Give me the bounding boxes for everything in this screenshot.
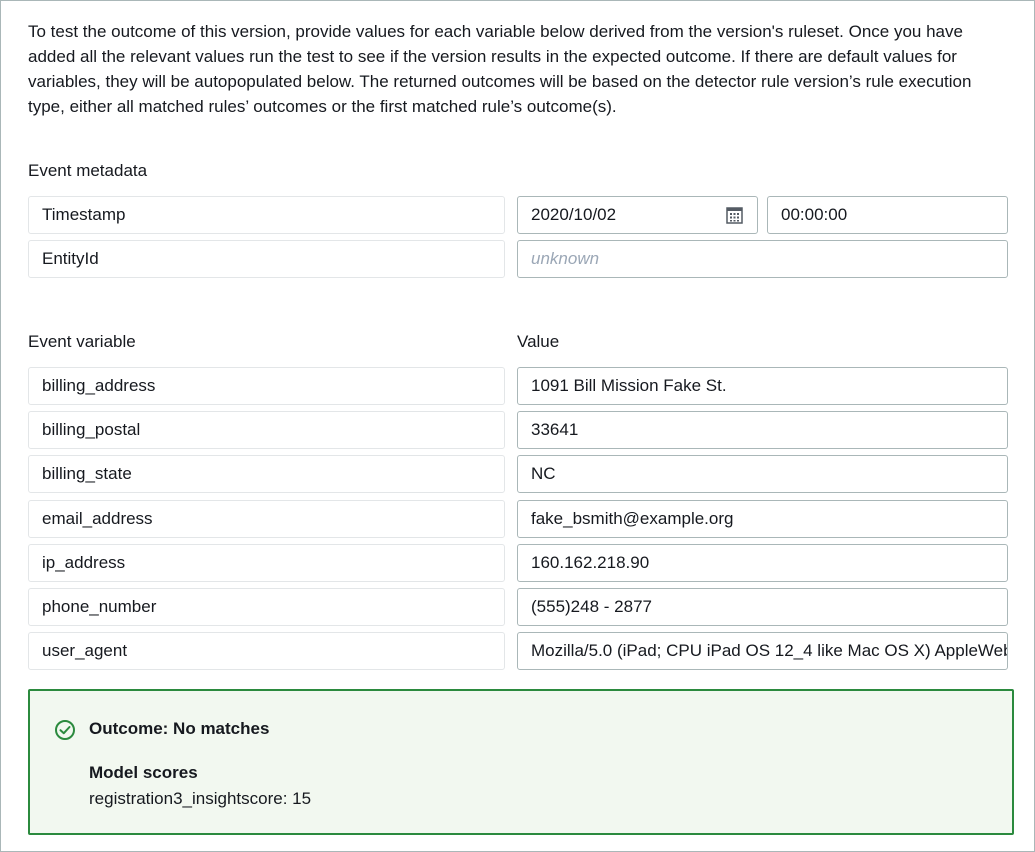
variable-value-billing-postal[interactable]: 33641 [517,411,1008,449]
variable-name-email-address: email_address [28,500,505,538]
variable-name-billing-address: billing_address [28,367,505,405]
date-input[interactable]: 2020/10/02 [517,196,758,234]
event-variable-header: Event variable [28,332,136,351]
value-header: Value [517,332,560,351]
check-circle-icon [55,720,75,740]
calendar-icon[interactable] [726,207,743,224]
timestamp-label: Timestamp [28,196,505,234]
event-metadata-label: Event metadata [28,161,148,180]
variable-name-ip-address: ip_address [28,544,505,582]
variable-name-billing-postal: billing_postal [28,411,505,449]
test-panel: To test the outcome of this version, pro… [0,0,1035,852]
model-score-value: registration3_insightscore: 15 [89,789,312,808]
entity-id-input[interactable]: unknown [517,240,1008,278]
variable-name-billing-state: billing_state [28,455,505,493]
variable-value-billing-state[interactable]: NC [517,455,1008,493]
variable-value-email-address[interactable]: fake_bsmith@example.org [517,500,1008,538]
variable-value-ip-address[interactable]: 160.162.218.90 [517,544,1008,582]
entity-id-label: EntityId [28,240,505,278]
variable-name-phone-number: phone_number [28,588,505,626]
model-scores-title: Model scores [89,763,198,782]
time-input[interactable]: 00:00:00 [767,196,1008,234]
outcome-title: Outcome: No matches [89,719,270,738]
date-value: 2020/10/02 [531,205,617,224]
variable-value-phone-number[interactable]: (555)248 - 2877 [517,588,1008,626]
variable-value-user-agent[interactable]: Mozilla/5.0 (iPad; CPU iPad OS 12_4 like… [517,632,1008,670]
variable-value-billing-address[interactable]: 1091 Bill Mission Fake St. [517,367,1008,405]
outcome-alert: Outcome: No matches Model scores registr… [28,689,1014,835]
variable-name-user-agent: user_agent [28,632,505,670]
intro-text: To test the outcome of this version, pro… [28,22,972,116]
